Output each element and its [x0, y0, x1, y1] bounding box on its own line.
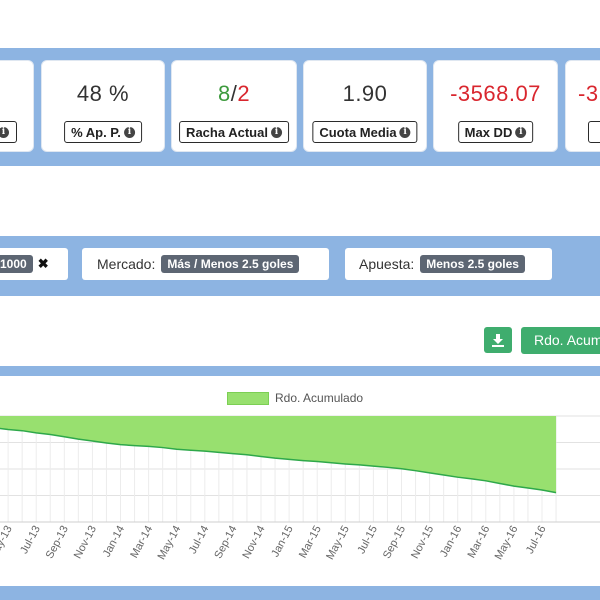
x-tick-label: Mar-16: [465, 524, 492, 560]
chart-band-bottom: [0, 586, 600, 600]
info-icon: i: [270, 126, 282, 138]
filter-tag-stake: 1000: [0, 255, 33, 273]
stat-label-streak[interactable]: Racha Actual i: [179, 121, 289, 143]
x-tick-label: Mar-14: [128, 524, 155, 560]
streak-wins: 8: [217, 81, 231, 106]
stat-label-hit-rate[interactable]: % Ap. P. i: [64, 121, 142, 143]
stat-value-avg-odds: 1.90: [342, 81, 388, 106]
stat-card-avg-odds: 1.90 Cuota Media i: [303, 60, 427, 152]
x-tick-label: Nov-13: [72, 524, 99, 561]
info-icon: i: [123, 126, 135, 138]
x-tick-label: May-14: [156, 524, 184, 562]
x-tick-label: May-13: [0, 524, 15, 562]
stat-label-text: Max DD: [464, 124, 513, 140]
page: i 48 % % Ap. P. i 8/2 Racha Actual i 1.9…: [0, 0, 600, 600]
x-tick-label: Sep-13: [44, 524, 71, 561]
x-tick-label: Sep-14: [212, 524, 239, 561]
stat-label-text: Racha Actual: [186, 124, 268, 140]
stat-label-text: % Ap. P.: [71, 124, 121, 140]
x-tick-label: Jul-16: [524, 524, 549, 556]
download-button[interactable]: [484, 327, 512, 353]
stat-label-partial[interactable]: [588, 121, 600, 143]
info-icon: i: [515, 126, 527, 138]
stat-label-avg-odds[interactable]: Cuota Media i: [312, 121, 418, 143]
filter-chip-bet[interactable]: Apuesta: Menos 2.5 goles: [345, 248, 552, 280]
stat-card-hit-rate: 48 % % Ap. P. i: [41, 60, 165, 152]
x-tick-label: Nov-15: [409, 524, 436, 561]
chart-band-top: [0, 366, 600, 376]
download-icon: [492, 334, 504, 347]
info-icon: i: [0, 126, 9, 138]
x-tick-label: Jul-13: [18, 524, 43, 556]
filter-tag-bet: Menos 2.5 goles: [420, 255, 525, 273]
x-tick-label: Jan-16: [438, 524, 464, 559]
x-tick-label: Jul-14: [187, 524, 212, 556]
x-tick-label: Jul-15: [355, 524, 380, 556]
remove-filter-icon[interactable]: ✖: [38, 256, 49, 272]
stat-label-max-dd[interactable]: Max DD i: [457, 121, 534, 143]
stat-value-max-dd: -3568.07: [450, 81, 541, 106]
series-area: [0, 416, 557, 493]
stat-card-max-dd: -3568.07 Max DD i: [433, 60, 558, 152]
stat-value-partial: -3: [578, 81, 599, 106]
series-toggle-button[interactable]: Rdo. Acumulado: [521, 327, 600, 354]
stat-value-hit-rate: 48 %: [76, 81, 130, 106]
cumulative-result-chart: May-13 Jul-13 Sep-13 Nov-13 Jan-14 Mar-14 May-…: [0, 415, 600, 562]
filter-label-market: Mercado:: [97, 256, 156, 272]
filter-chip-stake: 1000 ✖: [0, 248, 68, 280]
filter-label-bet: Apuesta:: [359, 256, 415, 272]
streak-losses: 2: [237, 81, 251, 106]
x-tick-label: Jan-15: [269, 524, 295, 559]
stat-card-hidden: i: [0, 60, 34, 152]
x-tick-label: May-16: [493, 524, 521, 562]
x-tick-label: Jan-14: [101, 524, 127, 559]
info-icon: i: [399, 126, 411, 138]
filter-chip-market[interactable]: Mercado: Más / Menos 2.5 goles: [82, 248, 329, 280]
stats-band: i 48 % % Ap. P. i 8/2 Racha Actual i 1.9…: [0, 48, 600, 166]
stat-card-streak: 8/2 Racha Actual i: [171, 60, 297, 152]
x-tick-label: Sep-15: [381, 524, 408, 561]
filter-band: 1000 ✖ Mercado: Más / Menos 2.5 goles Ap…: [0, 236, 600, 296]
x-tick-label: Mar-15: [297, 524, 324, 560]
stat-label-hidden[interactable]: i: [0, 121, 17, 143]
x-tick-label: May-15: [324, 524, 352, 562]
stat-value-streak: 8/2: [172, 81, 296, 107]
stat-label-text: Cuota Media: [319, 124, 397, 140]
x-tick-label: Nov-14: [240, 524, 267, 561]
stat-card-partial: -3: [565, 60, 600, 152]
filter-tag-market: Más / Menos 2.5 goles: [161, 255, 300, 273]
